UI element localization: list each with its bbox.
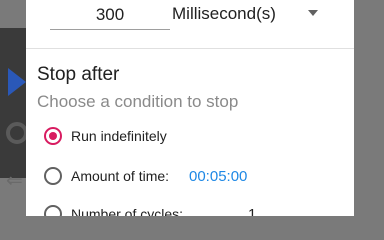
settings-dialog: Millisecond(s) Stop after Choose a condi…	[26, 0, 354, 216]
interval-unit-label: Millisecond(s)	[172, 4, 276, 23]
back-arrow-icon: ⇐	[6, 168, 23, 192]
background-right-edge	[354, 0, 384, 216]
radio-run-indefinitely[interactable]	[44, 127, 62, 145]
stop-after-title: Stop after	[37, 64, 120, 85]
option-number-of-cycles[interactable]: Number of cycles: 1	[42, 204, 342, 216]
radio-amount-of-time[interactable]	[44, 167, 62, 185]
play-icon	[8, 68, 26, 96]
stop-after-subtitle: Choose a condition to stop	[37, 92, 239, 111]
option-label: Amount of time:	[71, 168, 170, 184]
cycles-value[interactable]: 1	[248, 206, 256, 216]
interval-unit-select[interactable]: Millisecond(s)	[172, 0, 350, 30]
divider	[26, 48, 354, 49]
option-amount-of-time[interactable]: Amount of time: 00:05:00	[42, 166, 342, 190]
background-panel: ⇐	[0, 28, 28, 190]
option-run-indefinitely[interactable]: Run indefinitely	[42, 126, 342, 150]
caret-down-icon	[308, 10, 318, 16]
option-label: Run indefinitely	[71, 128, 167, 144]
gear-icon	[6, 122, 28, 144]
option-label: Number of cycles:	[71, 206, 184, 216]
radio-number-of-cycles[interactable]	[44, 205, 62, 216]
time-value-link[interactable]: 00:05:00	[189, 168, 247, 185]
interval-value-input[interactable]	[50, 0, 170, 30]
interval-row: Millisecond(s)	[26, 0, 354, 34]
